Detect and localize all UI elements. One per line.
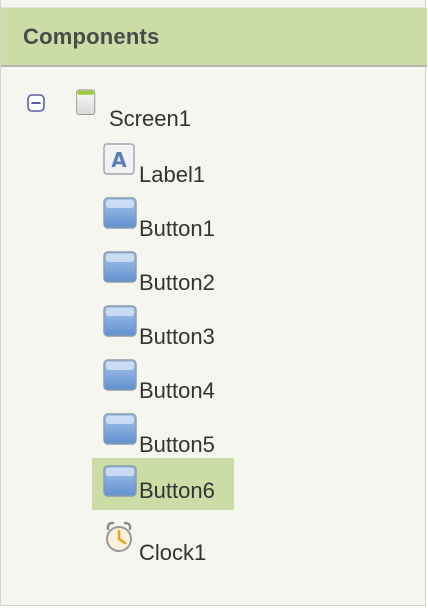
tree-item-label: Button1 xyxy=(139,216,215,241)
panel-title: Components xyxy=(23,24,160,49)
tree-item-label1[interactable]: A Label1 xyxy=(103,142,223,188)
tree-item-label: Clock1 xyxy=(139,540,207,565)
collapse-minus-icon[interactable] xyxy=(27,94,45,112)
button-icon xyxy=(103,197,137,229)
panel-header: Components xyxy=(1,7,427,67)
tree-item-button5[interactable]: Button5 xyxy=(103,412,233,458)
tree-item-label: Screen1 xyxy=(109,106,191,131)
clock-icon xyxy=(106,521,132,552)
button-icon xyxy=(103,359,137,391)
components-panel: Components Screen1 A Label1 Button1 Butt… xyxy=(0,0,427,606)
button-icon xyxy=(103,465,137,497)
tree-item-button4[interactable]: Button4 xyxy=(103,358,233,404)
tree-item-label: Button6 xyxy=(139,478,215,503)
svg-text:A: A xyxy=(111,148,127,172)
tree-item-screen1[interactable]: Screen1 xyxy=(75,86,215,132)
tree-item-label: Label1 xyxy=(139,162,206,187)
tree-item-button2[interactable]: Button2 xyxy=(103,250,233,296)
tree-item-label: Button5 xyxy=(139,432,215,457)
tree-item-button3[interactable]: Button3 xyxy=(103,304,233,350)
tree-item-button1[interactable]: Button1 xyxy=(103,196,233,242)
screen-icon xyxy=(76,89,96,116)
tree-item-label: Button2 xyxy=(139,270,215,295)
tree-item-button6[interactable]: Button6 xyxy=(92,458,234,510)
button-icon xyxy=(103,305,137,337)
button-icon xyxy=(103,251,137,283)
tree-item-label: Button4 xyxy=(139,378,215,403)
button-icon xyxy=(103,413,137,445)
label-icon: A xyxy=(103,143,135,175)
tree-item-clock1[interactable]: Clock1 xyxy=(103,520,233,566)
tree-item-label: Button3 xyxy=(139,324,215,349)
